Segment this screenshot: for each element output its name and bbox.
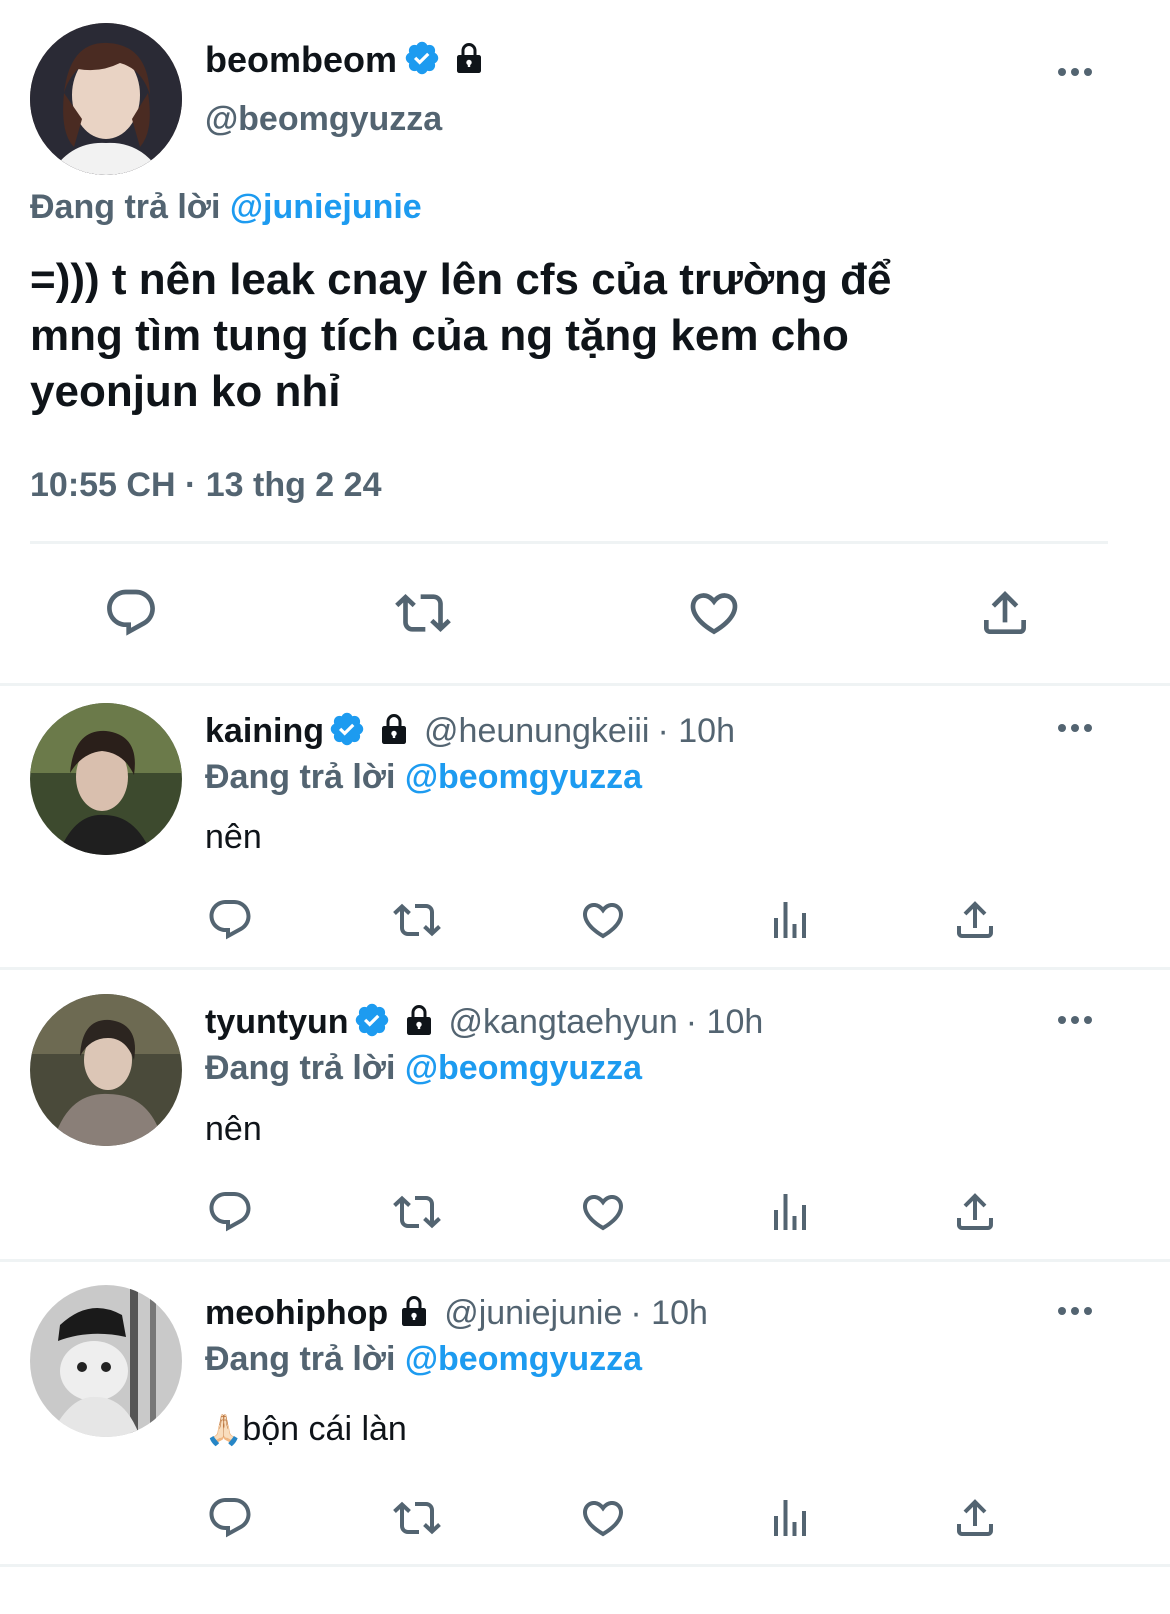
replying-prefix: Đang trả lời: [205, 1049, 396, 1087]
avatar-photo-icon: [30, 23, 182, 175]
analytics-icon: [774, 1194, 806, 1230]
verified-badge-icon: [353, 1001, 391, 1044]
divider: [30, 541, 1108, 544]
replying-to-link[interactable]: @juniejunie: [230, 188, 422, 226]
views-button[interactable]: [766, 1494, 814, 1542]
like-button[interactable]: [686, 585, 742, 641]
more-options-icon[interactable]: [1058, 68, 1092, 76]
heart-icon: [582, 1501, 624, 1537]
avatar-photo-icon: [30, 994, 182, 1146]
tweet-text-line: yeonjun ko nhỉ: [30, 367, 341, 416]
reply-button[interactable]: [206, 1494, 254, 1542]
heart-icon: [690, 593, 738, 635]
heart-icon: [582, 903, 624, 939]
reply-button[interactable]: [206, 896, 254, 944]
retweet-button[interactable]: [389, 896, 445, 944]
tweet-text-line: =))) t nên leak cnay lên cfs của trường …: [30, 255, 892, 304]
user-handle[interactable]: @kangtaehyun: [449, 1003, 678, 1042]
share-icon: [984, 591, 1026, 634]
replying-prefix: Đang trả lời: [205, 1340, 396, 1378]
verified-badge-icon: [328, 710, 366, 753]
reply-text: nên: [205, 1110, 262, 1148]
heart-icon: [582, 1195, 624, 1231]
user-handle[interactable]: @heunungkeiii: [424, 712, 649, 751]
analytics-icon: [774, 902, 806, 938]
replying-to-link[interactable]: @beomgyuzza: [405, 1049, 642, 1087]
reply-icon: [209, 1192, 251, 1232]
reply-text-body: bộn cái làn: [242, 1410, 407, 1448]
display-name[interactable]: beombeom: [205, 39, 397, 81]
more-options-icon[interactable]: [1058, 724, 1092, 732]
share-button[interactable]: [951, 896, 999, 944]
views-button[interactable]: [766, 1188, 814, 1236]
display-name[interactable]: meohiphop: [205, 1294, 388, 1333]
retweet-button[interactable]: [389, 1188, 445, 1236]
praying-hands-emoji: 🙏🏻: [205, 1414, 243, 1447]
reply-text: 🙏🏻bộn cái làn: [205, 1410, 407, 1449]
reply-icon: [209, 1498, 251, 1538]
share-button[interactable]: [951, 1494, 999, 1542]
avatar[interactable]: [30, 23, 182, 175]
user-handle[interactable]: @juniejunie: [444, 1294, 622, 1333]
lock-icon: [396, 1293, 432, 1334]
replying-to-line: Đang trả lời @beomgyuzza: [205, 1049, 642, 1088]
share-icon: [957, 1193, 993, 1230]
replying-to-link[interactable]: @beomgyuzza: [405, 758, 642, 796]
divider: [0, 1259, 1170, 1262]
share-icon: [957, 1499, 993, 1536]
share-button[interactable]: [977, 585, 1033, 641]
divider: [0, 1564, 1170, 1567]
replying-to-link[interactable]: @beomgyuzza: [405, 1340, 642, 1378]
user-handle[interactable]: @beomgyuzza: [205, 100, 442, 139]
replying-prefix: Đang trả lời: [205, 758, 396, 796]
retweet-button[interactable]: [389, 1494, 445, 1542]
display-name[interactable]: kaining: [205, 712, 324, 751]
analytics-icon: [774, 1500, 806, 1536]
views-button[interactable]: [766, 896, 814, 944]
replying-to-line: Đang trả lời @beomgyuzza: [205, 758, 642, 797]
tweet-time[interactable]: · 10h: [657, 712, 735, 751]
avatar[interactable]: [30, 703, 182, 855]
tweet-time[interactable]: · 10h: [686, 1003, 764, 1042]
like-button[interactable]: [579, 1188, 627, 1236]
reply-text: nên: [205, 818, 262, 856]
lock-icon: [376, 711, 412, 752]
avatar-photo-icon: [30, 1285, 182, 1437]
reply-button[interactable]: [103, 585, 159, 641]
like-button[interactable]: [579, 896, 627, 944]
tweet-text-line: mng tìm tung tích của ng tặng kem cho: [30, 311, 849, 360]
avatar-photo-icon: [30, 703, 182, 855]
replying-to-line: Đang trả lời @juniejunie: [30, 188, 422, 227]
reply-icon: [107, 589, 155, 636]
retweet-icon: [393, 1195, 441, 1229]
divider: [0, 967, 1170, 970]
lock-icon: [401, 1002, 437, 1043]
tweet-text: =))) t nên leak cnay lên cfs của trường …: [30, 252, 891, 420]
retweet-icon: [395, 594, 451, 632]
retweet-icon: [393, 903, 441, 937]
retweet-icon: [393, 1501, 441, 1535]
avatar[interactable]: [30, 994, 182, 1146]
replying-to-line: Đang trả lời @beomgyuzza: [205, 1340, 642, 1379]
verified-badge-icon: [403, 39, 441, 82]
tweet-time[interactable]: · 10h: [630, 1294, 708, 1333]
share-button[interactable]: [951, 1188, 999, 1236]
like-button[interactable]: [579, 1494, 627, 1542]
tweet-timestamp[interactable]: 10:55 CH · 13 thg 2 24: [30, 466, 381, 505]
lock-icon: [451, 40, 487, 81]
avatar[interactable]: [30, 1285, 182, 1437]
replying-prefix: Đang trả lời: [30, 188, 221, 226]
reply-button[interactable]: [206, 1188, 254, 1236]
divider: [0, 683, 1170, 686]
more-options-icon[interactable]: [1058, 1307, 1092, 1315]
more-options-icon[interactable]: [1058, 1016, 1092, 1024]
display-name[interactable]: tyuntyun: [205, 1003, 349, 1042]
share-icon: [957, 901, 993, 938]
retweet-button[interactable]: [392, 585, 454, 641]
reply-icon: [209, 900, 251, 940]
